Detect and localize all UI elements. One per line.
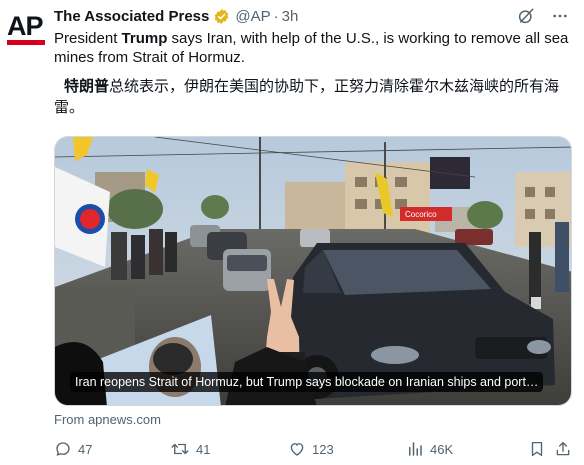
shop-sign-text: Cocorico [405, 210, 437, 219]
street-photo: Cocorico [55, 137, 571, 405]
action-bar: 47 41 123 46K [54, 440, 572, 462]
reply-count: 47 [78, 441, 93, 457]
views-count: 46K [430, 441, 454, 457]
author-name[interactable]: The Associated Press [54, 8, 209, 25]
repost-count: 41 [196, 441, 211, 457]
post-text-zh-rest: 总统表示，伊朗在美国的协助下，正努力清除霍尔木兹海峡的所有海雷。 [54, 78, 560, 116]
heart-icon [290, 443, 304, 456]
share-button[interactable] [554, 440, 572, 458]
author-avatar[interactable]: AP [5, 8, 47, 50]
separator-dot: · [273, 7, 279, 25]
post-time[interactable]: 3h [282, 8, 299, 25]
views-icon [409, 442, 422, 456]
post-text-chinese: 特朗普总统表示，伊朗在美国的协助下，正努力清除霍尔木兹海峡的所有海雷。 [54, 76, 576, 118]
reply-button[interactable]: 47 [54, 440, 92, 458]
like-button[interactable]: 123 [288, 440, 334, 458]
bookmark-icon [531, 441, 543, 457]
like-count: 123 [312, 441, 334, 457]
link-card-caption[interactable]: Iran reopens Strait of Hormuz, but Trump… [70, 372, 544, 392]
verified-badge-icon[interactable] [213, 8, 230, 25]
grok-icon[interactable] [516, 6, 536, 26]
views-button[interactable]: 46K [406, 440, 453, 458]
post-header: The Associated Press @AP · 3h [54, 6, 570, 26]
link-card-image[interactable]: Cocorico [54, 136, 572, 406]
reply-icon [56, 442, 70, 456]
more-icon[interactable] [550, 6, 570, 26]
share-icon [556, 441, 570, 456]
repost-icon [171, 443, 189, 455]
post-text-zh-bold: 特朗普 [64, 78, 110, 95]
link-source[interactable]: From apnews.com [54, 412, 161, 427]
repost-button[interactable]: 41 [170, 440, 210, 458]
post-text-part: President [54, 30, 122, 47]
post-text-english: President Trump says Iran, with help of … [54, 29, 574, 67]
author-handle[interactable]: @AP [235, 8, 270, 25]
bookmark-button[interactable] [528, 440, 546, 458]
ap-logo: AP [7, 11, 45, 45]
svg-text:AP: AP [7, 11, 43, 41]
post-text-bold: Trump [121, 30, 168, 47]
